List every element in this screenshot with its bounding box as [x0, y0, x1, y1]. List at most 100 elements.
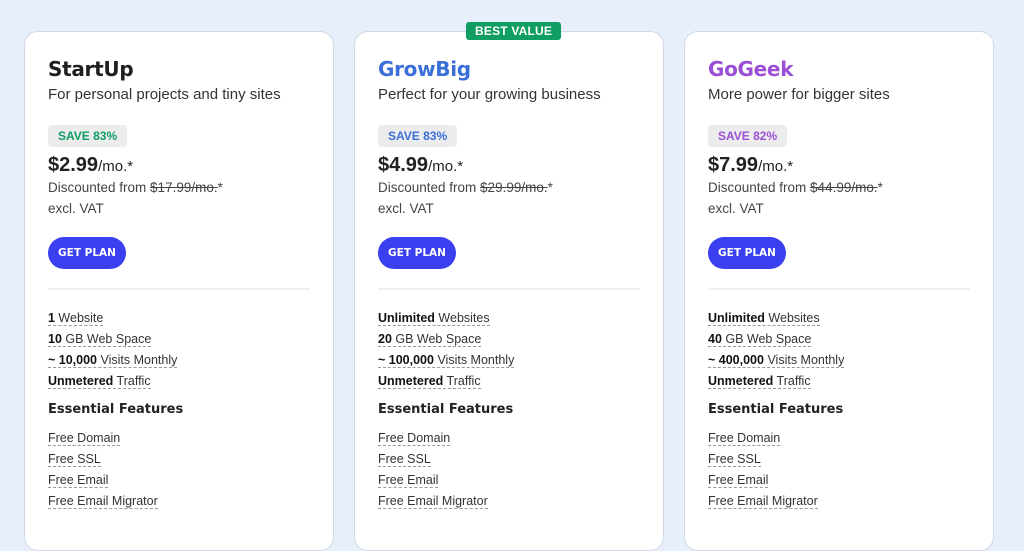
discount-suffix: *: [547, 180, 553, 195]
spec-text: ~ 400,000 Visits Monthly: [708, 353, 845, 368]
plan-subtitle: More power for bigger sites: [708, 86, 890, 103]
save-badge: SAVE 82%: [708, 125, 788, 147]
original-price: $29.99/mo.: [480, 180, 548, 195]
plan-name: GrowBig: [378, 57, 471, 81]
feature-label: Free Email: [708, 473, 769, 488]
spec-value: Unmetered: [708, 374, 774, 388]
vat-note: excl. VAT: [378, 201, 434, 216]
spec-value: Unlimited: [378, 311, 435, 325]
feature-label: Free Email: [378, 473, 439, 488]
spec-text: 1 Website: [48, 311, 104, 326]
feature-item[interactable]: Free Email Migrator: [378, 493, 488, 514]
spec-item[interactable]: Unlimited Websites: [708, 310, 844, 331]
spec-text: ~ 100,000 Visits Monthly: [378, 353, 515, 368]
essential-features-title: Essential Features: [378, 402, 514, 417]
feature-label: Free SSL: [378, 452, 431, 467]
feature-list: Free Domain Free SSL Free Email Free Email …: [378, 430, 488, 514]
original-price: $44.99/mo.: [810, 180, 878, 195]
vat-note: excl. VAT: [708, 201, 764, 216]
feature-item[interactable]: Free Domain: [708, 430, 818, 451]
plan-name: GoGeek: [708, 57, 794, 81]
spec-item[interactable]: 40 GB Web Space: [708, 331, 844, 352]
spec-item[interactable]: Unlimited Websites: [378, 310, 514, 331]
divider: [48, 288, 310, 290]
plan-specs: Unlimited Websites 20 GB Web Space ~ 100,0…: [378, 310, 515, 394]
feature-item[interactable]: Free Email Migrator: [48, 493, 158, 514]
plan-price: $2.99/mo.*: [48, 154, 133, 177]
spec-label: Visits Monthly: [433, 353, 515, 367]
feature-label: Free Domain: [378, 431, 451, 446]
feature-item[interactable]: Free SSL: [708, 451, 818, 472]
discount-text: Discounted from $29.99/mo.*: [378, 180, 553, 195]
spec-label: Visits Monthly: [97, 353, 178, 367]
spec-text: 10 GB Web Space: [48, 332, 152, 347]
spec-value: 40: [708, 332, 722, 346]
spec-label: Websites: [434, 311, 490, 325]
spec-item[interactable]: 10 GB Web Space: [48, 331, 177, 352]
spec-item[interactable]: Unmetered Traffic: [48, 373, 177, 394]
spec-value: Unmetered: [378, 374, 444, 388]
plan-specs: Unlimited Websites 40 GB Web Space ~ 400,0…: [708, 310, 845, 394]
discount-prefix: Discounted from: [48, 180, 151, 195]
spec-text: Unmetered Traffic: [48, 374, 151, 389]
spec-text: 20 GB Web Space: [378, 332, 482, 347]
vat-note: excl. VAT: [48, 201, 104, 216]
best-value-badge: BEST VALUE: [466, 22, 562, 40]
plan-subtitle: For personal projects and tiny sites: [48, 86, 281, 103]
price-amount: $4.99: [378, 154, 429, 176]
feature-item[interactable]: Free SSL: [48, 451, 158, 472]
spec-item[interactable]: Unmetered Traffic: [378, 373, 514, 394]
spec-item[interactable]: 20 GB Web Space: [378, 331, 514, 352]
plan-subtitle: Perfect for your growing business: [378, 86, 601, 103]
feature-label: Free Domain: [48, 431, 121, 446]
spec-item[interactable]: Unmetered Traffic: [708, 373, 844, 394]
feature-item[interactable]: Free Domain: [48, 430, 158, 451]
feature-label: Free Email Migrator: [48, 494, 158, 509]
feature-label: Free SSL: [48, 452, 101, 467]
feature-label: Free Email Migrator: [378, 494, 488, 509]
spec-item[interactable]: ~ 10,000 Visits Monthly: [48, 352, 178, 373]
discount-suffix: *: [877, 180, 883, 195]
plan-price: $4.99/mo.*: [378, 154, 463, 177]
get-plan-button[interactable]: GET PLAN: [378, 237, 456, 269]
spec-text: Unlimited Websites: [378, 311, 490, 326]
feature-item[interactable]: Free Email: [378, 472, 488, 493]
spec-label: GB Web Space: [721, 332, 812, 346]
spec-item[interactable]: ~ 400,000 Visits Monthly: [708, 352, 845, 373]
spec-value: ~ 400,000: [708, 353, 764, 367]
spec-text: Unlimited Websites: [708, 311, 820, 326]
feature-item[interactable]: Free Email: [48, 472, 158, 493]
feature-list: Free Domain Free SSL Free Email Free Email …: [48, 430, 158, 514]
spec-item[interactable]: 1 Website: [48, 310, 177, 331]
spec-label: Traffic: [113, 374, 151, 388]
plan-specs: 1 Website 10 GB Web Space ~ 10,000 Visits …: [48, 310, 178, 394]
divider: [708, 288, 970, 290]
discount-text: Discounted from $44.99/mo.*: [708, 180, 883, 195]
spec-label: Visits Monthly: [763, 353, 845, 367]
feature-label: Free Domain: [708, 431, 781, 446]
feature-item[interactable]: Free Domain: [378, 430, 488, 451]
spec-value: ~ 10,000: [48, 353, 98, 367]
essential-features-title: Essential Features: [48, 402, 184, 417]
save-badge: SAVE 83%: [378, 125, 458, 147]
spec-label: GB Web Space: [61, 332, 152, 346]
get-plan-button[interactable]: GET PLAN: [708, 237, 786, 269]
spec-label: Website: [54, 311, 104, 325]
spec-text: Unmetered Traffic: [708, 374, 811, 389]
plan-card-growbig: BEST VALUE GrowBig Perfect for your grow…: [354, 22, 664, 551]
feature-label: Free SSL: [708, 452, 761, 467]
spec-item[interactable]: ~ 100,000 Visits Monthly: [378, 352, 515, 373]
feature-item[interactable]: Free Email: [708, 472, 818, 493]
get-plan-button[interactable]: GET PLAN: [48, 237, 126, 269]
spec-label: GB Web Space: [391, 332, 482, 346]
feature-item[interactable]: Free Email Migrator: [708, 493, 818, 514]
discount-text: Discounted from $17.99/mo.*: [48, 180, 223, 195]
discount-suffix: *: [217, 180, 223, 195]
spec-value: 10: [48, 332, 62, 346]
feature-item[interactable]: Free SSL: [378, 451, 488, 472]
spec-value: ~ 100,000: [378, 353, 434, 367]
spec-value: 20: [378, 332, 392, 346]
plan-name: StartUp: [48, 57, 134, 81]
plan-card-gogeek: GoGeek More power for bigger sites SAVE …: [684, 31, 994, 551]
plan-card-startup: StartUp For personal projects and tiny s…: [24, 31, 334, 551]
